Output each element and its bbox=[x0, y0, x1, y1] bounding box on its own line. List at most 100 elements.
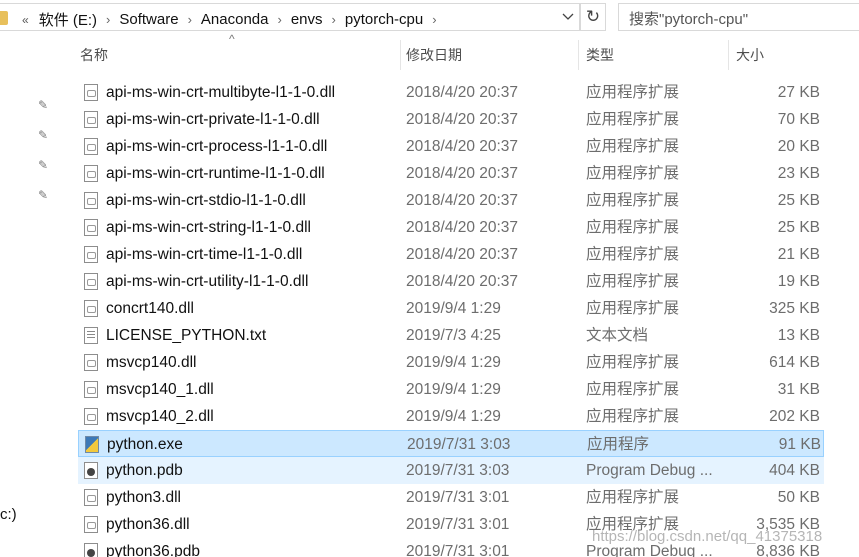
nav-item-drive-c[interactable]: c:) bbox=[0, 506, 17, 523]
file-size: 13 KB bbox=[777, 327, 820, 344]
file-date: 2018/4/20 20:37 bbox=[406, 246, 519, 263]
file-row[interactable]: api-ms-win-crt-multibyte-l1-1-0.dll 2018/… bbox=[78, 79, 824, 106]
file-name: api-ms-win-crt-utility-l1-1-0.dll bbox=[106, 273, 309, 290]
file-name: python.exe bbox=[107, 436, 183, 453]
file-date: 2018/4/20 20:37 bbox=[406, 111, 519, 128]
file-size: 50 KB bbox=[777, 489, 820, 506]
file-row[interactable]: api-ms-win-crt-time-l1-1-0.dll 2018/4/20 … bbox=[78, 241, 824, 268]
file-date: 2019/9/4 1:29 bbox=[406, 300, 501, 317]
file-size: 70 KB bbox=[777, 111, 820, 128]
breadcrumb-separator-icon[interactable]: › bbox=[432, 12, 436, 27]
file-date: 2018/4/20 20:37 bbox=[406, 273, 519, 290]
file-row[interactable]: LICENSE_PYTHON.txt 2019/7/3 4:25 文本文档 13 KB bbox=[78, 322, 824, 349]
file-type: 应用程序扩展 bbox=[586, 84, 680, 101]
file-name: api-ms-win-crt-stdio-l1-1-0.dll bbox=[106, 192, 306, 209]
pin-icon[interactable]: ✎ bbox=[36, 128, 50, 142]
pdb-file-icon bbox=[84, 462, 98, 479]
file-row[interactable]: api-ms-win-crt-string-l1-1-0.dll 2018/4/2… bbox=[78, 214, 824, 241]
file-type: 应用程序扩展 bbox=[586, 408, 680, 425]
breadcrumb-item-drive[interactable]: 软件 (E:) bbox=[39, 9, 97, 30]
file-row[interactable]: api-ms-win-crt-private-l1-1-0.dll 2018/4/… bbox=[78, 106, 824, 133]
folder-icon bbox=[0, 11, 8, 25]
search-input[interactable]: 搜索"pytorch-cpu" bbox=[618, 3, 859, 31]
pin-icon[interactable]: ✎ bbox=[36, 98, 50, 112]
file-name: msvcp140.dll bbox=[106, 354, 197, 371]
file-size: 325 KB bbox=[769, 300, 820, 317]
dll-file-icon bbox=[84, 138, 98, 155]
file-name: msvcp140_1.dll bbox=[106, 381, 214, 398]
chevron-down-icon[interactable] bbox=[558, 9, 578, 24]
breadcrumb-item-anaconda[interactable]: Anaconda bbox=[201, 11, 269, 28]
address-box[interactable]: « 软件 (E:) › Software › Anaconda › envs ›… bbox=[0, 3, 580, 31]
file-name: concrt140.dll bbox=[106, 300, 194, 317]
file-name: api-ms-win-crt-private-l1-1-0.dll bbox=[106, 111, 320, 128]
navigation-pane: ✎ ✎ ✎ ✎ c:) bbox=[0, 34, 58, 557]
dll-file-icon bbox=[84, 516, 98, 533]
file-row[interactable]: python.exe 2019/7/31 3:03 应用程序 91 KB bbox=[78, 430, 824, 457]
dll-file-icon bbox=[84, 219, 98, 236]
file-row[interactable]: msvcp140_2.dll 2019/9/4 1:29 应用程序扩展 202 KB bbox=[78, 403, 824, 430]
file-date: 2019/7/31 3:01 bbox=[406, 516, 510, 533]
file-row[interactable]: python3.dll 2019/7/31 3:01 应用程序扩展 50 KB bbox=[78, 484, 824, 511]
file-size: 404 KB bbox=[769, 462, 820, 479]
file-date: 2018/4/20 20:37 bbox=[406, 84, 519, 101]
file-size: 21 KB bbox=[777, 246, 820, 263]
file-row[interactable]: api-ms-win-crt-runtime-l1-1-0.dll 2018/4/… bbox=[78, 160, 824, 187]
file-row[interactable]: msvcp140.dll 2019/9/4 1:29 应用程序扩展 614 KB bbox=[78, 349, 824, 376]
breadcrumb-separator-icon[interactable]: › bbox=[332, 12, 336, 27]
file-date: 2019/7/3 4:25 bbox=[406, 327, 501, 344]
file-name: api-ms-win-crt-time-l1-1-0.dll bbox=[106, 246, 303, 263]
file-row[interactable]: python.pdb 2019/7/31 3:03 Program Debug ..… bbox=[78, 457, 824, 484]
file-type: Program Debug ... bbox=[586, 462, 713, 479]
breadcrumb-separator-icon[interactable]: › bbox=[277, 12, 281, 27]
file-date: 2019/7/31 3:03 bbox=[406, 462, 510, 479]
file-type: 应用程序扩展 bbox=[586, 138, 680, 155]
pin-icon[interactable]: ✎ bbox=[36, 158, 50, 172]
file-type: 应用程序扩展 bbox=[586, 273, 680, 290]
file-name: msvcp140_2.dll bbox=[106, 408, 214, 425]
dll-file-icon bbox=[84, 246, 98, 263]
watermark-text: https://blog.csdn.net/qq_41375318 bbox=[592, 528, 823, 545]
file-date: 2018/4/20 20:37 bbox=[406, 138, 519, 155]
dll-file-icon bbox=[84, 273, 98, 290]
breadcrumb-item-envs[interactable]: envs bbox=[291, 11, 323, 28]
file-date: 2019/9/4 1:29 bbox=[406, 381, 501, 398]
file-type: 应用程序 bbox=[587, 436, 650, 453]
file-date: 2018/4/20 20:37 bbox=[406, 219, 519, 236]
dll-file-icon bbox=[84, 381, 98, 398]
file-name: python3.dll bbox=[106, 489, 181, 506]
file-name: api-ms-win-crt-process-l1-1-0.dll bbox=[106, 138, 328, 155]
file-size: 23 KB bbox=[777, 165, 820, 182]
file-size: 614 KB bbox=[769, 354, 820, 371]
file-size: 25 KB bbox=[777, 192, 820, 209]
file-row[interactable]: msvcp140_1.dll 2019/9/4 1:29 应用程序扩展 31 KB bbox=[78, 376, 824, 403]
breadcrumb-separator-icon[interactable]: › bbox=[188, 12, 192, 27]
pin-icon[interactable]: ✎ bbox=[36, 188, 50, 202]
dll-file-icon bbox=[84, 300, 98, 317]
file-list: api-ms-win-crt-multibyte-l1-1-0.dll 2018/… bbox=[78, 60, 859, 557]
dll-file-icon bbox=[84, 354, 98, 371]
file-row[interactable]: api-ms-win-crt-process-l1-1-0.dll 2018/4/… bbox=[78, 133, 824, 160]
breadcrumb-overflow-icon[interactable]: « bbox=[22, 13, 29, 27]
dll-file-icon bbox=[84, 408, 98, 425]
file-type: 应用程序扩展 bbox=[586, 489, 680, 506]
breadcrumb-item-software[interactable]: Software bbox=[119, 11, 178, 28]
file-date: 2019/7/31 3:03 bbox=[407, 436, 511, 453]
refresh-icon[interactable]: ↻ bbox=[580, 3, 606, 31]
file-size: 19 KB bbox=[777, 273, 820, 290]
file-row[interactable]: concrt140.dll 2019/9/4 1:29 应用程序扩展 325 KB bbox=[78, 295, 824, 322]
dll-file-icon bbox=[84, 84, 98, 101]
file-row[interactable]: api-ms-win-crt-stdio-l1-1-0.dll 2018/4/20… bbox=[78, 187, 824, 214]
file-type: 应用程序扩展 bbox=[586, 246, 680, 263]
txt-file-icon bbox=[84, 327, 98, 344]
file-type: 应用程序扩展 bbox=[586, 300, 680, 317]
file-row[interactable]: api-ms-win-crt-utility-l1-1-0.dll 2018/4/… bbox=[78, 268, 824, 295]
dll-file-icon bbox=[84, 111, 98, 128]
breadcrumb-separator-icon[interactable]: › bbox=[106, 12, 110, 27]
file-size: 20 KB bbox=[777, 138, 820, 155]
breadcrumb-item-pytorch-cpu[interactable]: pytorch-cpu bbox=[345, 11, 423, 28]
exe-file-icon bbox=[85, 436, 99, 453]
breadcrumb: « 软件 (E:) › Software › Anaconda › envs ›… bbox=[22, 9, 446, 30]
dll-file-icon bbox=[84, 192, 98, 209]
file-date: 2018/4/20 20:37 bbox=[406, 165, 519, 182]
